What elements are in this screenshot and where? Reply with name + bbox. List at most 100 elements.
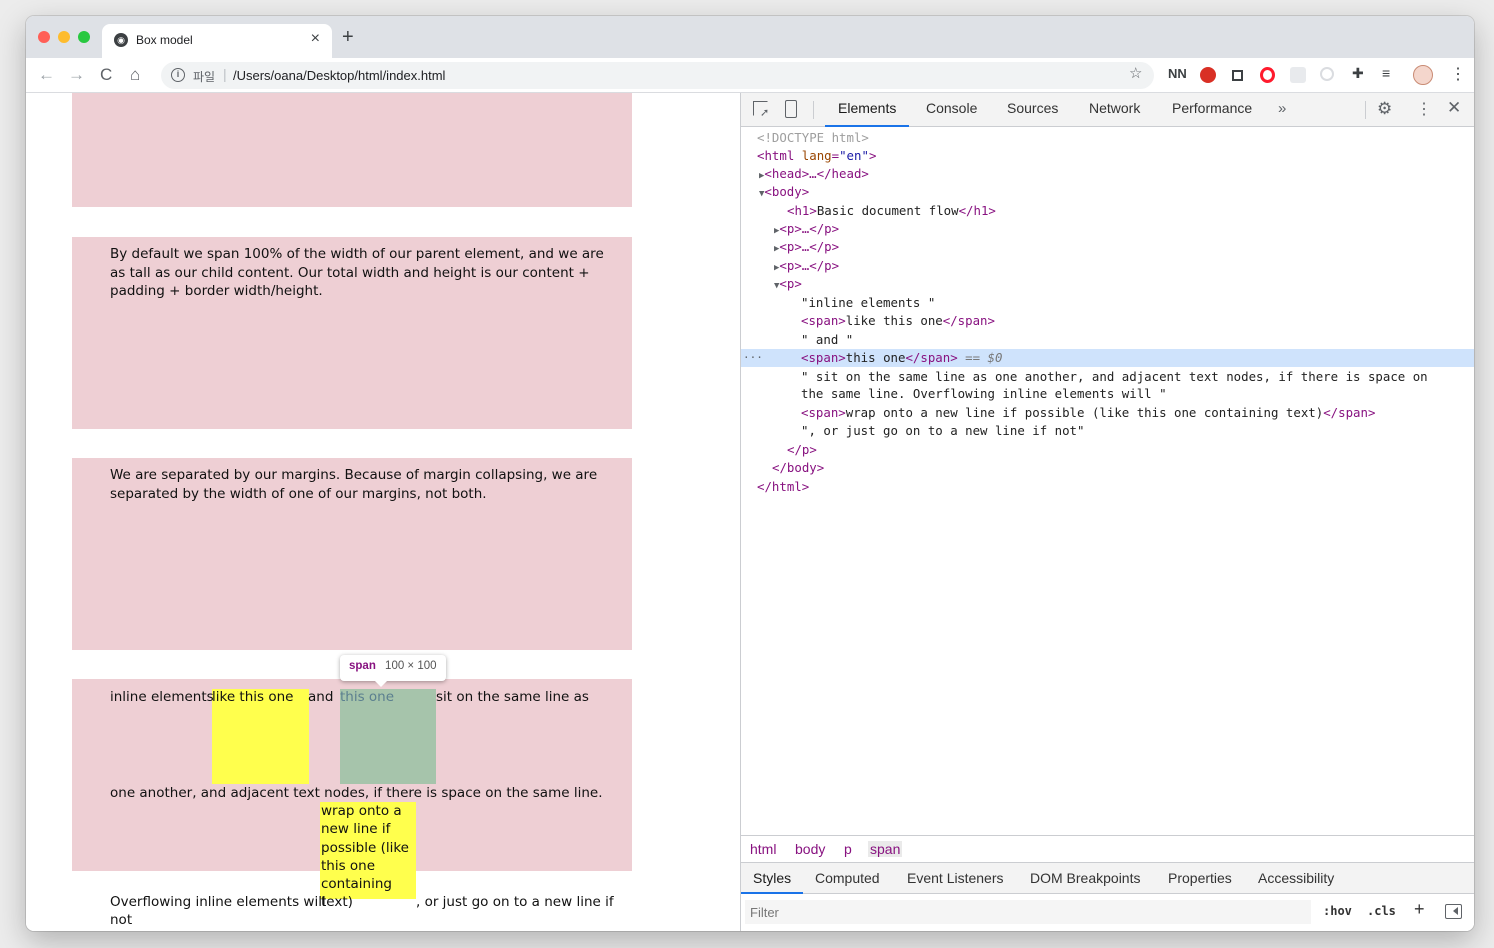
media-playlist-icon[interactable]: ≡ bbox=[1382, 65, 1390, 81]
dom-text-node-4[interactable]: ", or just go on to a new line if not" bbox=[741, 422, 1474, 440]
doctype-text: <!DOCTYPE html> bbox=[757, 130, 869, 145]
text-node-sit-1: " sit on the same line as one another, a… bbox=[801, 369, 1428, 384]
tab-console[interactable]: Console bbox=[913, 93, 990, 127]
tab-properties[interactable]: Properties bbox=[1156, 863, 1244, 894]
url-text[interactable]: /Users/oana/Desktop/html/index.html bbox=[233, 68, 445, 83]
span-2-text: this one bbox=[845, 350, 906, 365]
dom-node-doctype[interactable]: <!DOCTYPE html> bbox=[741, 129, 1474, 147]
dom-node-p-4[interactable]: ▼<p> bbox=[741, 275, 1474, 293]
gray-extension-icon[interactable] bbox=[1290, 67, 1306, 83]
tab-event-listeners[interactable]: Event Listeners bbox=[895, 863, 1016, 894]
forward-arrow-icon[interactable]: → bbox=[68, 65, 85, 85]
dom-node-body-close[interactable]: </body> bbox=[741, 459, 1474, 477]
styles-pane-tabs: Styles Computed Event Listeners DOM Brea… bbox=[741, 863, 1474, 894]
dom-text-node-3-cont[interactable]: the same line. Overflowing inline elemen… bbox=[741, 385, 1474, 403]
square-extension-icon[interactable] bbox=[1232, 70, 1243, 81]
selected-node-marker: == $0 bbox=[957, 350, 1003, 365]
inline-text-and: and bbox=[308, 689, 334, 705]
opera-extension-icon[interactable] bbox=[1260, 67, 1275, 83]
text-node-sit-2: the same line. Overflowing inline elemen… bbox=[801, 386, 1167, 401]
paragraph-box-2: We are separated by our margins. Because… bbox=[72, 458, 632, 650]
dom-text-node-2[interactable]: " and " bbox=[741, 331, 1474, 349]
tab-performance[interactable]: Performance bbox=[1159, 93, 1265, 127]
reload-icon[interactable]: C bbox=[100, 65, 112, 85]
tab-dom-breakpoints[interactable]: DOM Breakpoints bbox=[1018, 863, 1152, 894]
head-tag: <head>…</head> bbox=[764, 166, 869, 181]
back-arrow-icon[interactable]: ← bbox=[38, 65, 55, 85]
breadcrumb-body[interactable]: body bbox=[795, 841, 825, 857]
close-devtools-icon[interactable]: ✕ bbox=[1447, 98, 1461, 118]
text-node-inline: "inline elements " bbox=[801, 295, 936, 310]
span-open-tag: <span> bbox=[801, 350, 846, 365]
toggle-sidebar-icon[interactable] bbox=[1445, 904, 1462, 919]
settings-gear-icon[interactable]: ⚙ bbox=[1377, 99, 1392, 119]
breadcrumb-html[interactable]: html bbox=[750, 841, 776, 857]
hover-state-button[interactable]: :hov bbox=[1323, 904, 1352, 918]
tab-elements[interactable]: Elements bbox=[825, 93, 910, 127]
dom-node-body[interactable]: ▼<body> bbox=[741, 183, 1474, 201]
wrap-span-box: wrap onto a new line if possible (like t… bbox=[320, 802, 416, 910]
circle-extension-icon[interactable] bbox=[1320, 67, 1334, 81]
red-extension-icon[interactable] bbox=[1200, 67, 1216, 83]
profile-avatar[interactable] bbox=[1413, 65, 1433, 85]
inline-text-1: inline elements bbox=[110, 689, 214, 705]
dom-node-p-close[interactable]: </p> bbox=[741, 441, 1474, 459]
dom-text-node-1[interactable]: "inline elements " bbox=[741, 294, 1474, 312]
new-tab-button[interactable]: + bbox=[342, 26, 354, 49]
lang-attr: lang bbox=[801, 148, 832, 163]
breadcrumb-span[interactable]: span bbox=[868, 841, 903, 857]
span-close-tag: </span> bbox=[1323, 405, 1376, 420]
paragraph-1-text: By default we span 100% of the width of … bbox=[110, 246, 604, 299]
extensions-puzzle-icon[interactable]: ✚ bbox=[1352, 65, 1364, 81]
browser-toolbar: ← → C ⌂ i 파일 | /Users/oana/Desktop/html/… bbox=[26, 58, 1474, 93]
dom-node-html-close[interactable]: </html> bbox=[741, 478, 1474, 496]
tab-network[interactable]: Network bbox=[1076, 93, 1153, 127]
home-icon[interactable]: ⌂ bbox=[130, 65, 140, 85]
tab-title: Box model bbox=[136, 33, 193, 47]
tab-computed[interactable]: Computed bbox=[803, 863, 892, 894]
paragraph-box-1: By default we span 100% of the width of … bbox=[72, 237, 632, 429]
paragraph-box-top bbox=[72, 93, 632, 207]
new-style-rule-button[interactable]: + bbox=[1414, 899, 1425, 920]
tab-accessibility[interactable]: Accessibility bbox=[1246, 863, 1346, 894]
dom-node-p-2[interactable]: ▶<p>…</p> bbox=[741, 238, 1474, 256]
styles-filter-input[interactable] bbox=[745, 900, 1311, 924]
breadcrumb: html body p span bbox=[741, 835, 1474, 863]
devtools-tab-bar: ➚ Elements Console Sources Network Perfo… bbox=[741, 93, 1474, 127]
browser-tab[interactable]: ◉ Box model × bbox=[102, 24, 332, 58]
close-window-button[interactable] bbox=[38, 31, 50, 43]
dom-text-node-3[interactable]: " sit on the same line as one another, a… bbox=[741, 368, 1474, 386]
class-toggle-button[interactable]: .cls bbox=[1367, 904, 1396, 918]
bookmark-star-icon[interactable]: ☆ bbox=[1129, 64, 1142, 82]
info-icon[interactable]: i bbox=[171, 68, 185, 82]
minimize-window-button[interactable] bbox=[58, 31, 70, 43]
devtools-panel: ➚ Elements Console Sources Network Perfo… bbox=[740, 93, 1474, 931]
devtools-menu-icon[interactable]: ⋮ bbox=[1416, 99, 1432, 119]
tab-styles[interactable]: Styles bbox=[741, 863, 804, 894]
dom-node-span-3[interactable]: <span>wrap onto a new line if possible (… bbox=[741, 404, 1474, 422]
nn-extension-icon[interactable]: NN bbox=[1168, 66, 1187, 82]
dom-node-span-2-selected[interactable]: ··· <span>this one</span> == $0 bbox=[741, 349, 1474, 367]
p-collapsed-tag: <p>…</p> bbox=[779, 258, 840, 273]
node-actions-ellipsis-icon[interactable]: ··· bbox=[743, 349, 763, 367]
more-tabs-icon[interactable]: » bbox=[1278, 100, 1286, 117]
tab-sources[interactable]: Sources bbox=[994, 93, 1071, 127]
dom-node-html[interactable]: <html lang="en"> bbox=[741, 147, 1474, 165]
p-collapsed-tag: <p>…</p> bbox=[779, 239, 840, 254]
zoom-window-button[interactable] bbox=[78, 31, 90, 43]
dom-node-span-1[interactable]: <span>like this one</span> bbox=[741, 312, 1474, 330]
globe-icon: ◉ bbox=[114, 33, 128, 47]
dom-node-p-1[interactable]: ▶<p>…</p> bbox=[741, 220, 1474, 238]
breadcrumb-p[interactable]: p bbox=[844, 841, 852, 857]
address-bar[interactable]: i 파일 | /Users/oana/Desktop/html/index.ht… bbox=[161, 62, 1154, 89]
p-close-tag: </p> bbox=[787, 442, 817, 457]
dom-node-head[interactable]: ▶<head>…</head> bbox=[741, 165, 1474, 183]
h1-text: Basic document flow bbox=[816, 203, 959, 218]
dom-node-p-3[interactable]: ▶<p>…</p> bbox=[741, 257, 1474, 275]
tab-close-icon[interactable]: × bbox=[311, 30, 320, 48]
inline-text-2: sit on the same line as bbox=[436, 689, 589, 705]
dom-node-h1[interactable]: <h1>Basic document flow</h1> bbox=[741, 202, 1474, 220]
browser-menu-icon[interactable]: ⋮ bbox=[1450, 64, 1466, 84]
device-toolbar-icon[interactable] bbox=[785, 100, 797, 118]
inline-text-4: Overflowing inline elements will bbox=[110, 894, 326, 910]
